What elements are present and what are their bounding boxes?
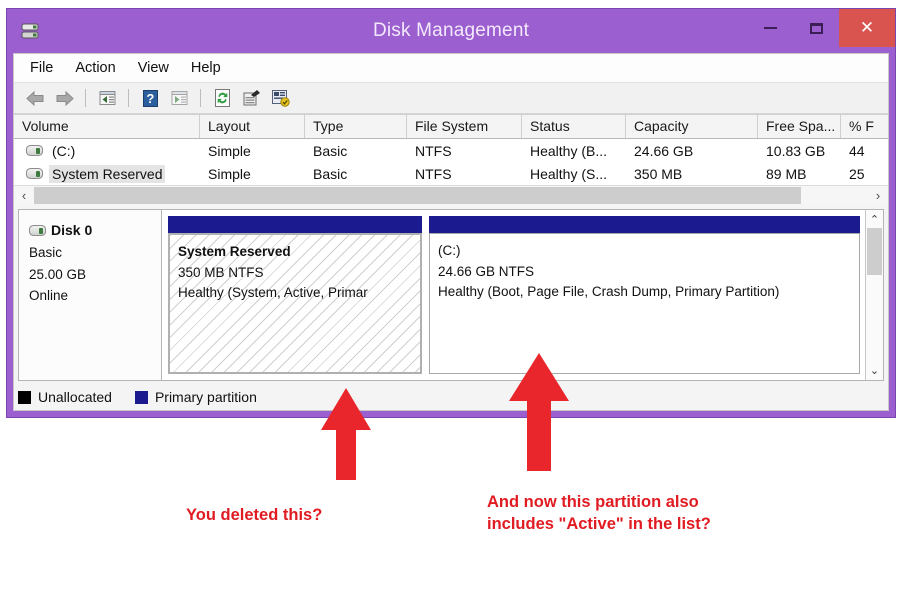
toolbar-separator [200,89,201,107]
cell-free-space: 89 MB [766,165,807,182]
scroll-right-button[interactable]: › [868,188,888,203]
scroll-left-button[interactable]: ‹ [14,188,34,203]
disk-management-icon [19,20,41,42]
cell-percent-free: 44 [849,142,865,159]
column-header-capacity[interactable]: Capacity [626,115,758,138]
drive-icon [26,145,43,156]
table-row[interactable]: (C:) Simple Basic NTFS Healthy (B... 24.… [14,139,888,162]
menu-item-file[interactable]: File [30,58,66,78]
partition-body[interactable]: (C:) 24.66 GB NTFS Healthy (Boot, Page F… [429,233,860,374]
disk-icon [29,224,46,236]
close-button[interactable]: ✕ [839,9,895,47]
legend-swatch-primary-partition [134,390,148,404]
scrollbar-track[interactable] [34,187,868,204]
client-area: File Action View Help ? Volume Layout Ty… [13,53,889,411]
maximize-button[interactable] [793,9,839,47]
cell-status: Healthy (S... [530,165,608,182]
disk-action-icon[interactable] [267,86,293,110]
table-row[interactable]: System Reserved Simple Basic NTFS Health… [14,162,888,185]
toolbar: ? [14,82,888,114]
disk-graphical-view: Disk 0 Basic 25.00 GB Online System Rese… [18,209,884,381]
column-header-file-system[interactable]: File System [407,115,522,138]
disk-management-window: Disk Management ✕ File Action View Help [6,8,896,418]
scroll-up-button[interactable]: ⌃ [870,213,879,226]
disk-state: Online [29,288,69,304]
legend: Unallocated Primary partition [18,384,884,410]
annotation-left: You deleted this? [186,506,323,524]
volume-list: Volume Layout Type File System Status Ca… [14,114,888,205]
properties-icon[interactable] [238,86,264,110]
window-controls: ✕ [747,9,895,47]
disk-info-panel[interactable]: Disk 0 Basic 25.00 GB Online [19,210,162,380]
legend-label-primary-partition: Primary partition [154,389,257,405]
up-level-icon[interactable] [94,86,120,110]
menu-item-action[interactable]: Action [75,58,128,78]
back-arrow-icon[interactable] [22,86,48,110]
drive-icon [26,168,43,179]
scrollbar-thumb[interactable] [34,187,802,204]
disk-type: Basic [29,244,63,260]
cell-capacity: 24.66 GB [634,142,694,159]
up-arrow-right [508,353,570,471]
scrollbar-thumb[interactable] [867,228,882,275]
menu-item-help[interactable]: Help [191,58,234,78]
cell-capacity: 350 MB [634,165,683,182]
legend-label-unallocated: Unallocated [38,389,112,405]
cell-layout: Simple [208,142,251,159]
partition-status: Healthy (Boot, Page File, Crash Dump, Pr… [438,284,780,300]
volume-name: System Reserved [49,164,166,183]
menu-item-view[interactable]: View [138,58,182,78]
legend-swatch-unallocated [18,390,31,404]
title-bar[interactable]: Disk Management ✕ [7,9,895,53]
menu-bar: File Action View Help [14,54,888,82]
partition-status: Healthy (System, Active, Primar [178,285,368,301]
cell-file-system: NTFS [415,142,452,159]
column-header-status[interactable]: Status [522,115,626,138]
horizontal-scrollbar[interactable]: ‹ › [14,185,888,205]
disk-capacity: 25.00 GB [29,266,87,282]
svg-text:?: ? [146,91,154,106]
up-arrow-left [320,388,372,480]
column-header-percent-free[interactable]: % F [841,115,886,138]
column-header-layout[interactable]: Layout [200,115,305,138]
volume-name: (C:) [52,142,76,159]
volume-list-header: Volume Layout Type File System Status Ca… [14,114,888,139]
partition-color-bar [429,216,860,233]
cell-file-system: NTFS [415,165,452,182]
cell-layout: Simple [208,165,251,182]
forward-arrow-icon[interactable] [51,86,77,110]
cell-status: Healthy (B... [530,142,608,159]
annotation-right: And now this partition also includes "Ac… [487,493,711,533]
minimize-button[interactable] [747,9,793,47]
show-tree-icon[interactable] [166,86,192,110]
partition-size: 350 MB NTFS [178,264,264,280]
refresh-icon[interactable] [209,86,235,110]
partition-body[interactable]: System Reserved 350 MB NTFS Healthy (Sys… [168,233,422,374]
column-header-volume[interactable]: Volume [14,115,200,138]
cell-percent-free: 25 [849,165,865,182]
disk-name: Disk 0 [51,222,93,238]
partition-system-reserved[interactable]: System Reserved 350 MB NTFS Healthy (Sys… [168,216,422,374]
cell-free-space: 10.83 GB [766,142,826,159]
partition-c-drive[interactable]: (C:) 24.66 GB NTFS Healthy (Boot, Page F… [429,216,860,374]
vertical-scrollbar[interactable]: ⌃ ⌄ [865,210,883,380]
toolbar-separator [85,89,86,107]
partition-name: System Reserved [178,244,291,259]
partition-color-bar [168,216,422,233]
column-header-free-space[interactable]: Free Spa... [758,115,841,138]
help-icon[interactable]: ? [137,86,163,110]
cell-type: Basic [313,142,348,159]
scroll-down-button[interactable]: ⌄ [870,364,879,377]
column-header-type[interactable]: Type [305,115,407,138]
cell-type: Basic [313,165,348,182]
partition-size: 24.66 GB NTFS [438,263,535,279]
partition-name: (C:) [438,243,461,258]
toolbar-separator [128,89,129,107]
